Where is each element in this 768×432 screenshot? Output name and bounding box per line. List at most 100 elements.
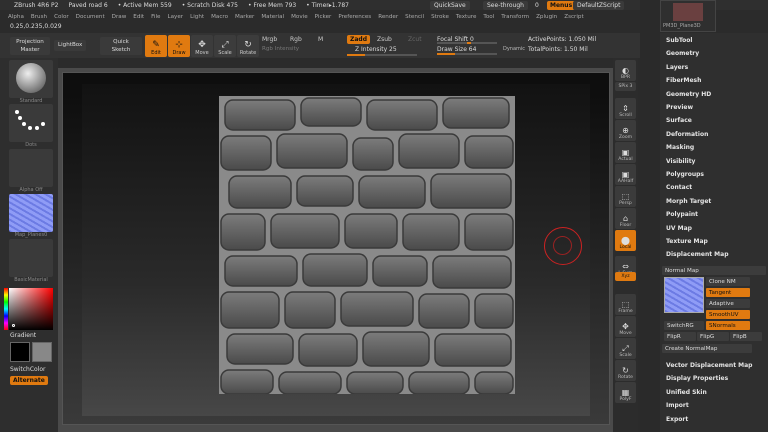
flipr-toggle[interactable]: FlipR xyxy=(664,332,696,341)
flipb-toggle[interactable]: FlipB xyxy=(730,332,762,341)
alpha-selector[interactable] xyxy=(9,149,53,187)
menu-draw[interactable]: Draw xyxy=(112,14,127,20)
z-intensity-slider[interactable]: Z Intensity 25 xyxy=(355,46,397,53)
menu-document[interactable]: Document xyxy=(76,14,105,20)
menu-marker[interactable]: Marker xyxy=(235,14,254,20)
main-color-swatch[interactable] xyxy=(10,342,30,362)
menu-zplugin[interactable]: Zplugin xyxy=(536,14,557,20)
menu-zscript[interactable]: Zscript xyxy=(564,14,583,20)
tool-menu-layers[interactable]: Layers xyxy=(666,64,688,71)
lightbox-button[interactable]: LightBox xyxy=(54,40,86,51)
tool-menu-import[interactable]: Import xyxy=(666,402,689,409)
brush-selector[interactable] xyxy=(9,60,53,98)
menu-tool[interactable]: Tool xyxy=(483,14,494,20)
material-selector[interactable] xyxy=(9,239,53,277)
tool-menu-uv-map[interactable]: UV Map xyxy=(666,225,692,232)
m-button[interactable]: M xyxy=(318,36,323,43)
tool-menu-preview[interactable]: Preview xyxy=(666,104,693,111)
tool-menu-vector-displacement-map[interactable]: Vector Displacement Map xyxy=(666,362,752,369)
default-zscript-button[interactable]: DefaultZScript xyxy=(573,1,625,10)
normal-map-header[interactable]: Normal Map xyxy=(662,266,766,275)
menu-stroke[interactable]: Stroke xyxy=(431,14,449,20)
tool-menu-export[interactable]: Export xyxy=(666,416,688,423)
tool-menu-texture-map[interactable]: Texture Map xyxy=(666,238,708,245)
menu-picker[interactable]: Picker xyxy=(315,14,332,20)
gradient-label[interactable]: Gradient xyxy=(10,332,36,339)
create-normalmap-button[interactable]: Create NormalMap xyxy=(662,344,752,353)
rs-floor-button[interactable]: ⌂ Floor xyxy=(615,208,636,229)
rs-bpr-button[interactable]: ◐ BPR xyxy=(615,60,636,81)
clone-nm-button[interactable]: Clone NM xyxy=(706,277,750,286)
flipg-toggle[interactable]: FlipG xyxy=(697,332,729,341)
rgb-button[interactable]: Rgb xyxy=(290,36,302,43)
tool-menu-morph-target[interactable]: Morph Target xyxy=(666,198,711,205)
rs-polyf-button[interactable]: ▦ PolyF xyxy=(615,382,636,403)
rs-frame-button[interactable]: ⬚ Frame xyxy=(615,294,636,315)
menus-button[interactable]: Menus xyxy=(547,1,576,10)
menu-color[interactable]: Color xyxy=(54,14,69,20)
rs-aahalf-button[interactable]: ▣ AAHalf xyxy=(615,164,636,185)
tool-menu-fibermesh[interactable]: FiberMesh xyxy=(666,77,701,84)
switchcolor-button[interactable]: SwitchColor xyxy=(10,366,46,373)
edit-button[interactable]: ✎ Edit xyxy=(145,35,167,57)
menu-layer[interactable]: Layer xyxy=(168,14,184,20)
rs-actual-button[interactable]: ▣ Actual xyxy=(615,142,636,163)
tool-menu-masking[interactable]: Masking xyxy=(666,144,694,151)
menu-macro[interactable]: Macro xyxy=(211,14,228,20)
draw-size-slider[interactable]: Draw Size 64 xyxy=(437,46,476,53)
menu-edit[interactable]: Edit xyxy=(133,14,144,20)
tool-menu-surface[interactable]: Surface xyxy=(666,117,692,124)
quick-sketch-button[interactable]: Quick Sketch xyxy=(100,37,142,55)
menu-stencil[interactable]: Stencil xyxy=(405,14,424,20)
zcut-button[interactable]: Zcut xyxy=(408,36,422,43)
menu-render[interactable]: Render xyxy=(378,14,398,20)
tool-menu-polygroups[interactable]: Polygroups xyxy=(666,171,704,178)
menu-light[interactable]: Light xyxy=(190,14,204,20)
dynamic-toggle[interactable]: Dynamic xyxy=(503,46,525,52)
rs-spix-3-button[interactable]: SPix 3 xyxy=(615,82,636,91)
rs-scroll-button[interactable]: ⇕ Scroll xyxy=(615,98,636,119)
tool-menu-polypaint[interactable]: Polypaint xyxy=(666,211,698,218)
tool-menu-displacement-map[interactable]: Displacement Map xyxy=(666,251,729,258)
secondary-color-swatch[interactable] xyxy=(32,342,52,362)
rs-xyz-button[interactable]: Xyz xyxy=(615,272,636,281)
rotate-button[interactable]: ↻ Rotate xyxy=(237,35,259,57)
tool-menu-unified-skin[interactable]: Unified Skin xyxy=(666,389,707,396)
tangent-toggle[interactable]: Tangent xyxy=(706,288,750,297)
scale-button[interactable]: ⤢ Scale xyxy=(214,35,236,57)
rgb-intensity-slider[interactable]: Rgb Intensity xyxy=(262,46,299,52)
rs-persp-button[interactable]: ⬚ Persp xyxy=(615,186,636,207)
draw-button[interactable]: ⊹ Draw xyxy=(168,35,190,57)
see-through-slider[interactable]: See-through xyxy=(483,1,528,10)
menu-brush[interactable]: Brush xyxy=(31,14,47,20)
color-picker[interactable] xyxy=(9,288,53,330)
tool-menu-visibility[interactable]: Visibility xyxy=(666,158,695,165)
rs-rotate-button[interactable]: ↻ Rotate xyxy=(615,360,636,381)
zadd-button[interactable]: Zadd xyxy=(347,35,370,44)
mrgb-button[interactable]: Mrgb xyxy=(262,36,277,43)
normal-map-thumbnail[interactable] xyxy=(664,277,704,313)
tool-menu-display-properties[interactable]: Display Properties xyxy=(666,375,728,382)
menu-file[interactable]: File xyxy=(151,14,160,20)
tool-menu-geometry[interactable]: Geometry xyxy=(666,50,699,57)
switchrg-toggle[interactable]: SwitchRG xyxy=(664,321,704,330)
tool-thumbnail-area[interactable]: PM3D_Plane3D xyxy=(660,0,716,32)
tool-menu-deformation[interactable]: Deformation xyxy=(666,131,708,138)
snormals-toggle[interactable]: SNormals xyxy=(706,321,750,330)
hue-strip[interactable] xyxy=(4,288,8,330)
tool-menu-contact[interactable]: Contact xyxy=(666,184,692,191)
menu-movie[interactable]: Movie xyxy=(291,14,308,20)
texture-selector[interactable] xyxy=(9,194,53,232)
alternate-button[interactable]: Alternate xyxy=(10,376,48,385)
stroke-selector[interactable] xyxy=(9,104,53,142)
smoothuv-toggle[interactable]: SmoothUV xyxy=(706,310,750,319)
projection-master-button[interactable]: Projection Master xyxy=(10,37,50,55)
cobblestone-plane[interactable] xyxy=(219,96,515,394)
menu-texture[interactable]: Texture xyxy=(456,14,476,20)
tool-menu-subtool[interactable]: SubTool xyxy=(666,37,692,44)
move-button[interactable]: ✥ Move xyxy=(191,35,213,57)
rs-local-button[interactable]: ⬤ Local xyxy=(615,230,636,251)
menu-preferences[interactable]: Preferences xyxy=(338,14,371,20)
rs-scale-button[interactable]: ⤢ Scale xyxy=(615,338,636,359)
menu-material[interactable]: Material xyxy=(261,14,284,20)
